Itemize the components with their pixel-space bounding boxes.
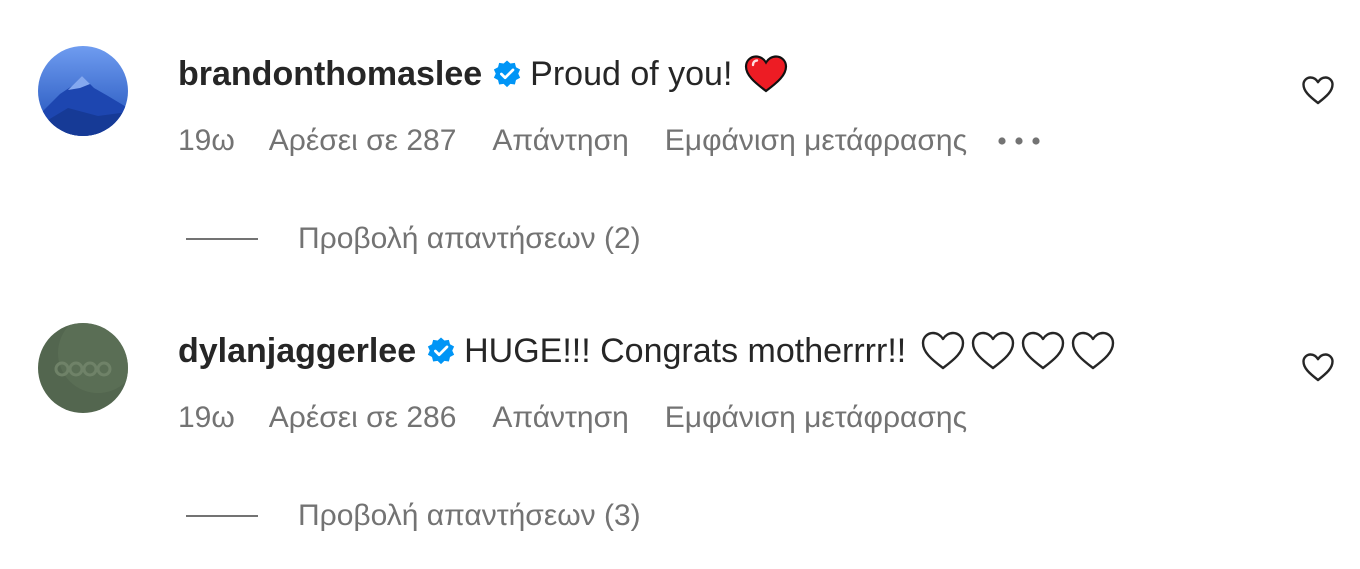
comment-text: HUGE!!! Congrats motherrrr!! — [464, 332, 907, 370]
white-heart-icon — [972, 331, 1015, 370]
like-comment-button[interactable] — [1298, 70, 1338, 110]
avatar[interactable] — [38, 46, 128, 136]
comment-line: dylanjaggerlee HUGE!!! Congrats motherrr… — [178, 329, 1116, 373]
white-heart-icon — [1022, 331, 1065, 370]
view-replies-label: Προβολή απαντήσεων (3) — [298, 499, 641, 532]
comment-line: brandonthomaslee Proud of you! — [178, 52, 788, 96]
white-heart-icon — [1072, 331, 1115, 370]
avatar-image — [38, 46, 128, 136]
verified-badge-icon — [426, 336, 456, 366]
timestamp[interactable]: 19ω — [178, 401, 235, 435]
avatar-image — [38, 323, 128, 413]
reply-button[interactable]: Απάντηση — [492, 124, 628, 158]
replies-divider — [186, 238, 258, 240]
red-heart-icon — [744, 55, 788, 93]
replies-divider — [186, 515, 258, 517]
see-translation-button[interactable]: Εμφάνιση μετάφρασης — [665, 124, 967, 158]
see-translation-button[interactable]: Εμφάνιση μετάφρασης — [665, 401, 967, 435]
more-options-icon[interactable] — [997, 136, 1041, 146]
heart-outline-icon — [1302, 353, 1334, 382]
likes-count[interactable]: Αρέσει σε 287 — [269, 124, 457, 158]
timestamp[interactable]: 19ω — [178, 124, 235, 158]
reply-button[interactable]: Απάντηση — [492, 401, 628, 435]
view-replies-button[interactable]: Προβολή απαντήσεων (2) — [186, 217, 641, 261]
view-replies-label: Προβολή απαντήσεων (2) — [298, 222, 641, 255]
avatar[interactable] — [38, 323, 128, 413]
like-comment-button[interactable] — [1298, 347, 1338, 387]
username[interactable]: dylanjaggerlee — [178, 329, 416, 373]
white-hearts — [920, 331, 1116, 371]
comment-meta: 19ω Αρέσει σε 287 Απάντηση Εμφάνιση μετά… — [178, 121, 1077, 161]
view-replies-button[interactable]: Προβολή απαντήσεων (3) — [186, 494, 641, 538]
white-heart-icon — [922, 331, 965, 370]
username[interactable]: brandonthomaslee — [178, 52, 482, 96]
likes-count[interactable]: Αρέσει σε 286 — [269, 401, 457, 435]
verified-badge-icon — [492, 59, 522, 89]
heart-outline-icon — [1302, 76, 1334, 105]
comment-meta: 19ω Αρέσει σε 286 Απάντηση Εμφάνιση μετά… — [178, 398, 1003, 438]
comment-text: Proud of you! — [530, 55, 733, 93]
